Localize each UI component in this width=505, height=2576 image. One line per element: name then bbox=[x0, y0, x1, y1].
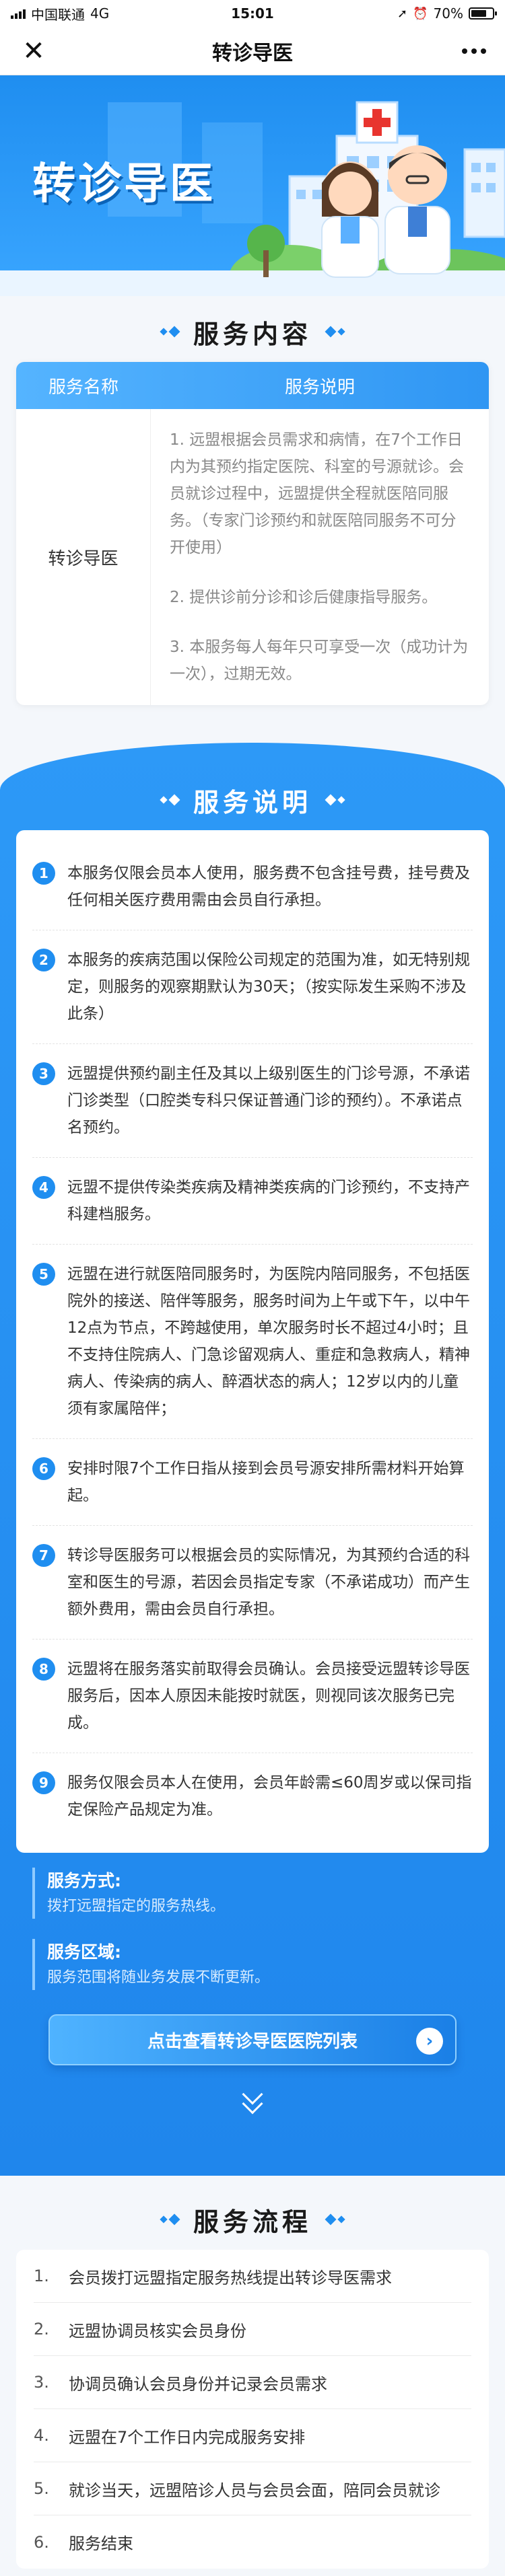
step-number: 1. bbox=[34, 2267, 49, 2285]
chevron-right-icon: › bbox=[416, 2028, 443, 2055]
process-step: 4. 远盟在7个工作日内完成服务安排 bbox=[34, 2409, 471, 2462]
service-content-heading: 服务内容 bbox=[0, 301, 505, 362]
rule-item: 5 远盟在进行就医陪同服务时，为医院内陪同服务，不包括医院外的接送、陪伴等服务，服… bbox=[32, 1245, 473, 1439]
description-item: 2. 提供诊前分诊和诊后健康指导服务。 bbox=[170, 589, 438, 606]
hero-title: 转诊导医 bbox=[32, 159, 215, 209]
rule-number-badge: 6 bbox=[32, 1457, 55, 1480]
rule-number-badge: 7 bbox=[32, 1544, 55, 1567]
rule-number-badge: 5 bbox=[32, 1263, 55, 1286]
description-item: 1. 远盟根据会员需求和病情，在7个工作日内为其预约指定医院、科室的号源就诊。会… bbox=[170, 431, 464, 556]
status-bar: 中国联通 4G 15:01 ➚ ⏰ 70% bbox=[0, 0, 505, 27]
process-heading: 服务流程 bbox=[0, 2189, 505, 2250]
location-icon: ➚ bbox=[397, 6, 408, 21]
diamond-deco-icon bbox=[160, 326, 180, 338]
step-text: 远盟在7个工作日内完成服务安排 bbox=[69, 2427, 306, 2447]
service-area-value: 服务范围将随业务发展不断更新。 bbox=[47, 1969, 270, 1986]
rules-card: 1 本服务仅限会员本人使用，服务费不包含挂号费，挂号费及任何相关医疗费用需由会员自… bbox=[16, 830, 489, 1853]
status-left: 中国联通 4G bbox=[11, 4, 166, 24]
service-method-value: 拨打远盟指定的服务热线。 bbox=[47, 1898, 226, 1915]
rule-item: 7 转诊导医服务可以根据会员的实际情况，为其预约合适的科室和医生的号源，若因会员指… bbox=[32, 1526, 473, 1640]
carrier-label: 中国联通 bbox=[31, 6, 85, 23]
rule-item: 4 远盟不提供传染类疾病及精神类疾病的门诊预约，不支持产科建档服务。 bbox=[32, 1158, 473, 1245]
process-step: 6. 服务结束 bbox=[34, 2515, 471, 2569]
rule-number-badge: 4 bbox=[32, 1176, 55, 1199]
rule-text: 本服务仅限会员本人使用，服务费不包含挂号费，挂号费及任何相关医疗费用需由会员自行… bbox=[67, 864, 470, 909]
rule-text: 远盟将在服务落实前取得会员确认。会员接受远盟转诊导医服务后，因本人原因未能按时就… bbox=[67, 1660, 470, 1732]
table-header: 服务名称 服务说明 bbox=[16, 362, 489, 409]
section-title: 服务流程 bbox=[193, 2207, 312, 2237]
rule-item: 2 本服务的疾病范围以保险公司规定的范围为准，如无特别规定，则服务的观察期默认为3… bbox=[32, 930, 473, 1044]
signal-icon bbox=[11, 8, 26, 19]
rule-text: 远盟在进行就医陪同服务时，为医院内陪同服务，不包括医院外的接送、陪伴等服务，服务… bbox=[67, 1265, 470, 1418]
rule-text: 远盟提供预约副主任及其以上级别医生的门诊号源，不承诺门诊类型（口腔类专科只保证普… bbox=[67, 1065, 470, 1136]
status-right: ➚ ⏰ 70% bbox=[339, 5, 497, 22]
network-label: 4G bbox=[90, 5, 110, 22]
battery-label: 70% bbox=[433, 5, 463, 22]
step-text: 协调员确认会员身份并记录会员需求 bbox=[69, 2374, 327, 2394]
hospital-list-button[interactable]: 点击查看转诊导医医院列表 › bbox=[48, 2014, 457, 2065]
section-title: 服务说明 bbox=[193, 787, 312, 817]
step-number: 5. bbox=[34, 2479, 49, 2498]
process-section: 服务流程 1. 会员拨打远盟指定服务热线提出转诊导医需求 2. 远盟协调员核实会员身… bbox=[0, 2176, 505, 2576]
rule-item: 1 本服务仅限会员本人使用，服务费不包含挂号费，挂号费及任何相关医疗费用需由会员自… bbox=[32, 844, 473, 930]
step-number: 3. bbox=[34, 2373, 49, 2392]
service-description: 1. 远盟根据会员需求和病情，在7个工作日内为其预约指定医院、科室的号源就诊。会… bbox=[151, 409, 489, 705]
page: 中国联通 4G 15:01 ➚ ⏰ 70% ✕ 转诊导医 转诊导医 服务内容 服… bbox=[0, 0, 505, 2576]
service-table: 服务名称 服务说明 转诊导医 1. 远盟根据会员需求和病情，在7个工作日内为其预… bbox=[16, 362, 489, 705]
rule-item: 8 远盟将在服务落实前取得会员确认。会员接受远盟转诊导医服务后，因本人原因未能按时… bbox=[32, 1640, 473, 1753]
step-number: 6. bbox=[34, 2532, 49, 2552]
service-area-label: 服务区域: bbox=[47, 1942, 121, 1962]
diamond-deco-icon bbox=[325, 794, 345, 806]
service-method-label: 服务方式: bbox=[47, 1871, 121, 1890]
service-area: 服务区域: 服务范围将随业务发展不断更新。 bbox=[32, 1939, 473, 1990]
rule-text: 转诊导医服务可以根据会员的实际情况，为其预约合适的科室和医生的号源，若因会员指定… bbox=[67, 1547, 470, 1618]
page-title: 转诊导医 bbox=[212, 41, 293, 65]
alarm-icon: ⏰ bbox=[413, 6, 428, 21]
step-text: 就诊当天，远盟陪诊人员与会员会面，陪同会员就诊 bbox=[69, 2480, 440, 2500]
rule-number-badge: 2 bbox=[32, 949, 55, 971]
rule-text: 安排时限7个工作日指从接到会员号源安排所需材料开始算起。 bbox=[67, 1460, 465, 1504]
diamond-deco-icon bbox=[325, 326, 345, 338]
column-header-desc: 服务说明 bbox=[284, 377, 355, 398]
process-step: 1. 会员拨打远盟指定服务热线提出转诊导医需求 bbox=[34, 2250, 471, 2303]
rule-number-badge: 3 bbox=[32, 1062, 55, 1085]
service-method: 服务方式: 拨打远盟指定的服务热线。 bbox=[32, 1868, 473, 1919]
step-number: 4. bbox=[34, 2426, 49, 2445]
double-chevron-down-icon bbox=[0, 2084, 505, 2114]
table-row: 转诊导医 1. 远盟根据会员需求和病情，在7个工作日内为其预约指定医院、科室的号… bbox=[16, 409, 489, 705]
battery-icon bbox=[468, 7, 497, 20]
section-title: 服务内容 bbox=[193, 319, 312, 349]
service-name: 转诊导医 bbox=[16, 409, 151, 705]
rule-number-badge: 9 bbox=[32, 1771, 55, 1794]
step-text: 服务结束 bbox=[69, 2534, 133, 2553]
nav-bar: ✕ 转诊导医 bbox=[0, 27, 505, 75]
description-item: 3. 本服务每人每年只可享受一次（成功计为一次），过期无效。 bbox=[170, 638, 469, 683]
rule-item: 3 远盟提供预约副主任及其以上级别医生的门诊号源，不承诺门诊类型（口腔类专科只保证… bbox=[32, 1044, 473, 1158]
more-icon[interactable] bbox=[457, 48, 486, 54]
process-step: 2. 远盟协调员核实会员身份 bbox=[34, 2303, 471, 2356]
rule-text: 远盟不提供传染类疾病及精神类疾病的门诊预约，不支持产科建档服务。 bbox=[67, 1179, 470, 1223]
rule-item: 6 安排时限7个工作日指从接到会员号源安排所需材料开始算起。 bbox=[32, 1439, 473, 1526]
rule-text: 本服务的疾病范围以保险公司规定的范围为准，如无特别规定，则服务的观察期默认为30… bbox=[67, 951, 470, 1023]
diamond-deco-icon bbox=[160, 2213, 180, 2225]
step-text: 会员拨打远盟指定服务热线提出转诊导医需求 bbox=[69, 2268, 392, 2287]
hospital-list-button-label: 点击查看转诊导医医院列表 bbox=[147, 2031, 358, 2052]
diamond-deco-icon bbox=[160, 794, 180, 806]
status-time: 15:01 bbox=[231, 5, 274, 22]
rule-text: 服务仅限会员本人在使用，会员年龄需≤60周岁或以保司指定保险产品规定为准。 bbox=[67, 1774, 472, 1818]
process-steps: 1. 会员拨打远盟指定服务热线提出转诊导医需求 2. 远盟协调员核实会员身份 3. 协… bbox=[16, 2250, 489, 2569]
service-explain-section: 服务说明 1 本服务仅限会员本人使用，服务费不包含挂号费，挂号费及任何相关医疗费用… bbox=[0, 743, 505, 2176]
close-icon[interactable]: ✕ bbox=[19, 36, 48, 67]
step-text: 远盟协调员核实会员身份 bbox=[69, 2321, 246, 2341]
process-step: 3. 协调员确认会员身份并记录会员需求 bbox=[34, 2356, 471, 2409]
hero-banner: 转诊导医 bbox=[0, 75, 505, 296]
rule-item: 9 服务仅限会员本人在使用，会员年龄需≤60周岁或以保司指定保险产品规定为准。 bbox=[32, 1753, 473, 1839]
rule-number-badge: 8 bbox=[32, 1658, 55, 1681]
diamond-deco-icon bbox=[325, 2213, 345, 2225]
process-step: 5. 就诊当天，远盟陪诊人员与会员会面，陪同会员就诊 bbox=[34, 2462, 471, 2515]
service-explain-heading: 服务说明 bbox=[0, 770, 505, 830]
column-header-name: 服务名称 bbox=[48, 377, 119, 398]
step-number: 2. bbox=[34, 2320, 49, 2339]
rule-number-badge: 1 bbox=[32, 862, 55, 885]
